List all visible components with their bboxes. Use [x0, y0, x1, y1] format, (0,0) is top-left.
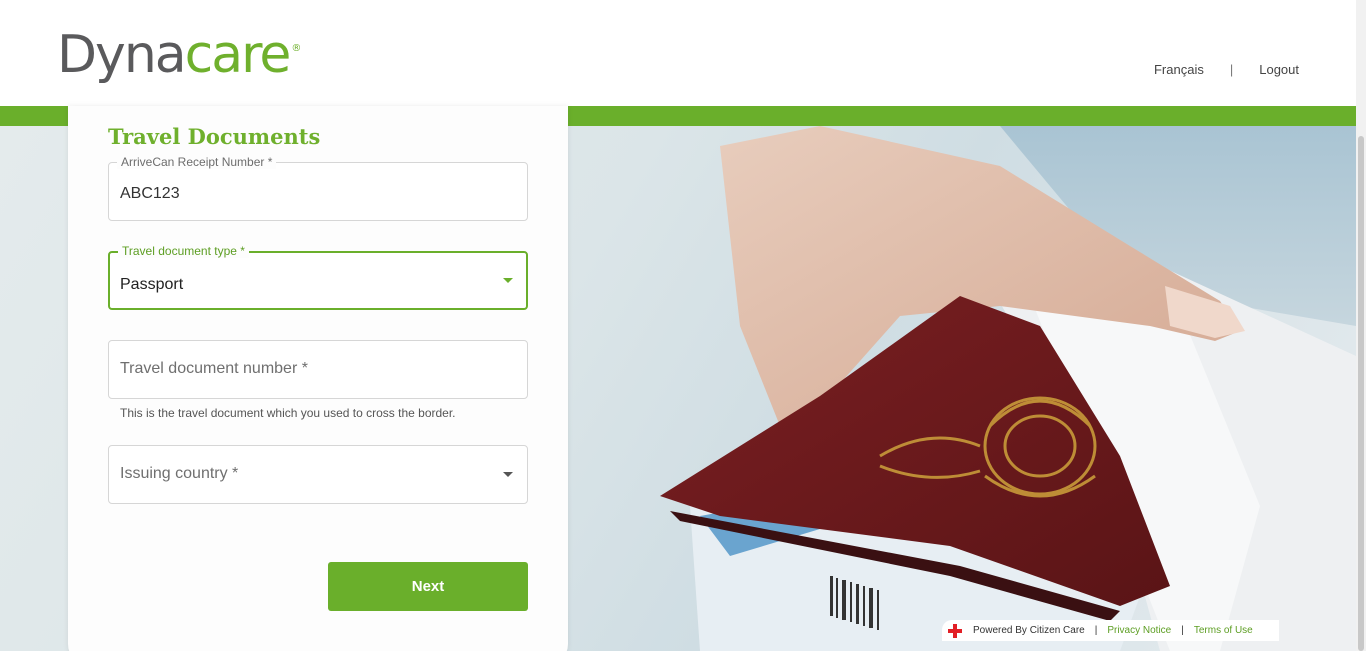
logo-text-dyna: Dyna: [57, 25, 187, 85]
registered-mark: ®: [291, 43, 301, 54]
travel-document-type-select[interactable]: Travel document type * Passport: [108, 244, 528, 310]
travel-document-number-field[interactable]: Travel document number *: [108, 340, 528, 399]
arrivecan-receipt-field[interactable]: ArriveCan Receipt Number * ABC123: [108, 155, 528, 221]
powered-by-badge: Powered By Citizen Care | Privacy Notice…: [942, 620, 1279, 641]
next-button[interactable]: Next: [328, 562, 528, 611]
issuing-country-placeholder[interactable]: Issuing country *: [120, 465, 238, 483]
travel-document-number-placeholder[interactable]: Travel document number *: [120, 360, 308, 378]
travel-document-type-label: Travel document type *: [118, 244, 249, 258]
travel-document-type-value[interactable]: Passport: [120, 276, 183, 294]
scrollbar-thumb[interactable]: [1358, 136, 1364, 651]
red-cross-icon: [948, 623, 962, 638]
chevron-down-icon[interactable]: [503, 472, 513, 477]
footer-separator: |: [1181, 625, 1184, 636]
arrivecan-receipt-value[interactable]: ABC123: [120, 185, 180, 203]
powered-by-text: Powered By Citizen Care: [973, 625, 1085, 636]
logo-text-care: care: [184, 25, 292, 85]
nav-separator: |: [1229, 62, 1234, 77]
footer-separator: |: [1094, 625, 1098, 636]
dynacare-logo[interactable]: Dynacare ®: [57, 25, 301, 85]
arrivecan-receipt-label: ArriveCan Receipt Number *: [117, 155, 277, 169]
terms-of-use-link[interactable]: Terms of Use: [1194, 625, 1253, 636]
privacy-notice-link[interactable]: Privacy Notice: [1107, 625, 1171, 636]
site-header: Dynacare ® Français | Logout: [0, 0, 1356, 106]
travel-documents-card: Travel Documents ArriveCan Receipt Numbe…: [68, 106, 568, 651]
travel-document-number-hint: This is the travel document which you us…: [120, 406, 456, 420]
chevron-down-icon[interactable]: [503, 278, 513, 283]
page-scrollbar[interactable]: [1356, 0, 1366, 651]
issuing-country-select[interactable]: Issuing country *: [108, 445, 528, 504]
logout-link[interactable]: Logout: [1259, 62, 1299, 77]
language-link[interactable]: Français: [1154, 62, 1204, 77]
top-navigation: Français | Logout: [1154, 62, 1299, 77]
form-title: Travel Documents: [108, 124, 321, 149]
